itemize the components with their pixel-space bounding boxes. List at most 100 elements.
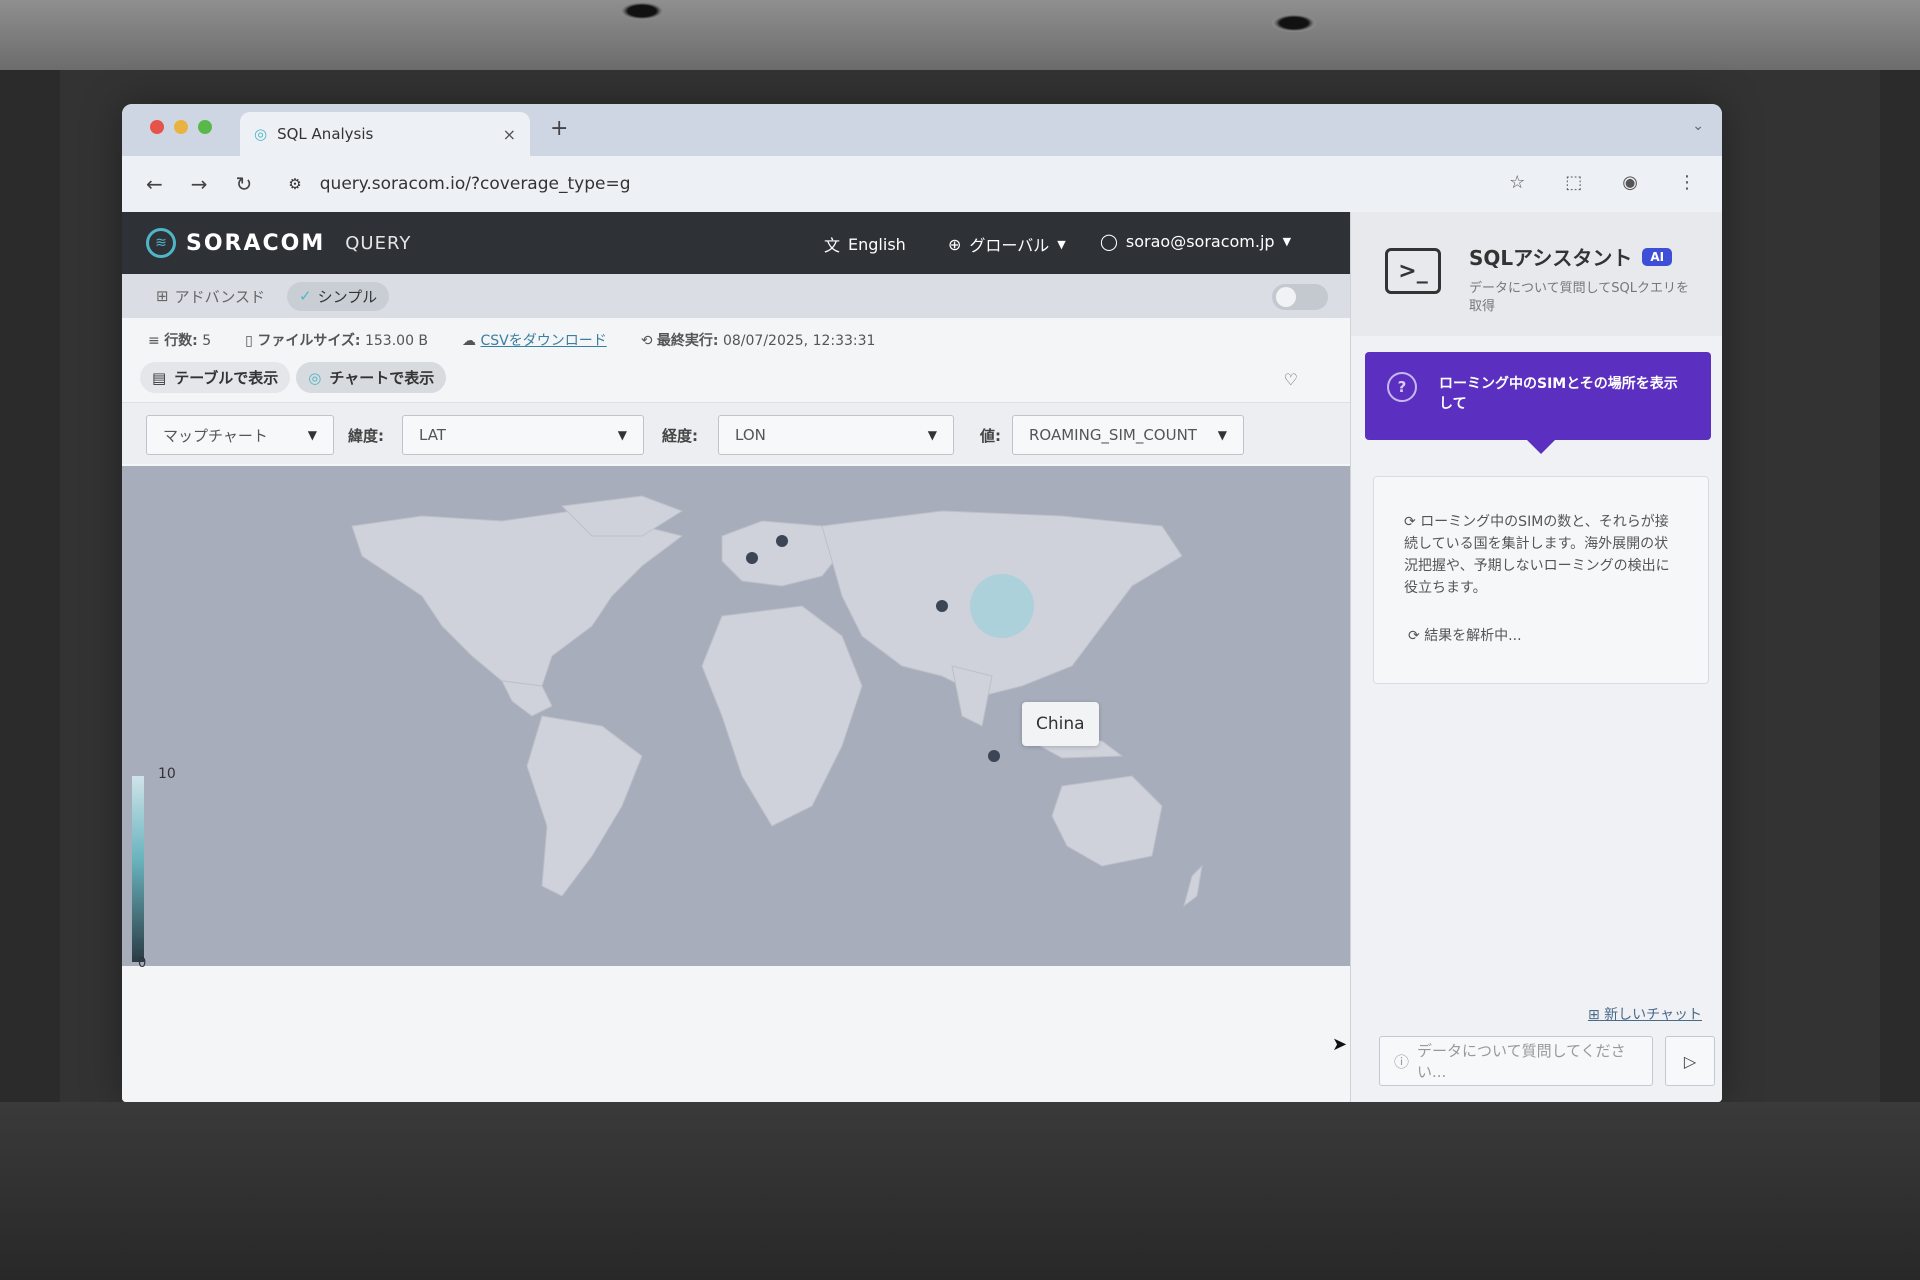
last-run-value: 08/07/2025, 12:33:31 bbox=[722, 333, 876, 349]
chart-type-select[interactable]: マップチャート ▼ bbox=[146, 415, 334, 455]
north-america-landmass bbox=[351, 510, 684, 687]
row-count: ≡ 行数: 5 bbox=[148, 330, 211, 350]
user-email: sorao@soracom.jp bbox=[1125, 232, 1275, 251]
user-menu[interactable]: ◯ sorao@soracom.jp ▼ bbox=[1100, 232, 1291, 251]
simple-label: シンプル bbox=[317, 287, 378, 306]
profile-icon[interactable]: ◉ bbox=[1622, 172, 1638, 193]
tab-close-icon[interactable]: × bbox=[503, 125, 516, 144]
room-floor-shadow bbox=[0, 1102, 1920, 1280]
browser-tab[interactable]: ◎ SQL Analysis × bbox=[240, 112, 530, 156]
australia-landmass bbox=[1051, 775, 1163, 867]
product-name: QUERY bbox=[345, 232, 412, 254]
database-icon: ≡ bbox=[148, 333, 160, 349]
maximize-window-button[interactable] bbox=[198, 120, 212, 134]
filesize-label: ファイルサイズ: bbox=[257, 333, 361, 349]
lon-value: LON bbox=[735, 426, 766, 444]
chart-type-value: マップチャート bbox=[163, 426, 268, 445]
rows-value: 5 bbox=[202, 333, 212, 349]
tab-search-icon[interactable]: ⌄ bbox=[1692, 118, 1704, 134]
new-chat-link[interactable]: ⊞ 新しいチャット bbox=[1588, 1004, 1702, 1024]
brand-name: SORACOM bbox=[186, 230, 326, 256]
close-window-button[interactable] bbox=[150, 120, 164, 134]
last-run-label: 最終実行: bbox=[656, 333, 719, 349]
table-view-button[interactable]: ▤ テーブルで表示 bbox=[140, 362, 291, 393]
legend-max-label: 10 bbox=[158, 766, 176, 782]
advanced-mode-tab[interactable]: ⊞ アドバンスド bbox=[144, 282, 277, 311]
new-chat-label: 新しいチャット bbox=[1604, 1007, 1702, 1023]
site-settings-icon[interactable]: ⚙ bbox=[288, 175, 301, 193]
reload-icon[interactable]: ↻ bbox=[236, 172, 253, 196]
minimize-window-button[interactable] bbox=[174, 120, 188, 134]
send-icon: ▷ bbox=[1683, 1051, 1697, 1071]
chart-controls: マップチャート ▼ 緯度: LAT ▼ 経度: LON ▼ 値: ROAMING… bbox=[122, 402, 1350, 464]
tab-title: SQL Analysis bbox=[277, 125, 374, 143]
question-icon: ? bbox=[1387, 372, 1417, 402]
new-zealand-landmass bbox=[1183, 864, 1203, 908]
map-tooltip: China bbox=[1022, 702, 1099, 746]
mouse-cursor-icon: ➤ bbox=[1332, 1034, 1348, 1055]
window-controls bbox=[150, 120, 212, 134]
new-chat-icon: ⊞ bbox=[1587, 1007, 1600, 1023]
result-meta: ≡ 行数: 5 ▯ ファイルサイズ: 153.00 B ☁ CSVをダウンロード… bbox=[148, 330, 875, 350]
lon-label: 経度: bbox=[662, 427, 698, 445]
extensions-icon[interactable]: ⬚ bbox=[1565, 172, 1582, 193]
legend-min-label: 0 bbox=[138, 956, 147, 971]
value-column: ROAMING_SIM_COUNT bbox=[1029, 426, 1197, 444]
bookmark-star-icon[interactable]: ☆ bbox=[1509, 172, 1525, 193]
chart-view-button[interactable]: ◎ チャートで表示 bbox=[296, 362, 447, 393]
toolbar-actions: ☆ ⬚ ◉ ⋮ bbox=[1509, 172, 1696, 193]
chevron-down-icon: ▼ bbox=[1057, 237, 1066, 251]
map-point-australia[interactable] bbox=[988, 750, 1000, 762]
central-america-landmass bbox=[501, 680, 553, 717]
region-dropdown[interactable]: ⊕ グローバル ▼ bbox=[948, 232, 1066, 256]
lon-select[interactable]: LON ▼ bbox=[718, 415, 954, 455]
last-run: ⟲ 最終実行: 08/07/2025, 12:33:31 bbox=[641, 330, 876, 350]
table-view-label: テーブルで表示 bbox=[174, 369, 279, 387]
lat-select[interactable]: LAT ▼ bbox=[402, 415, 644, 455]
send-button[interactable]: ▷ bbox=[1665, 1036, 1715, 1086]
url-text: query.soracom.io/?coverage_type=g bbox=[319, 174, 631, 194]
address-bar[interactable]: ⚙ query.soracom.io/?coverage_type=g bbox=[288, 174, 630, 194]
csv-download-link[interactable]: CSVをダウンロード bbox=[480, 333, 606, 349]
chat-input-placeholder: データについて質問してください... bbox=[1417, 1042, 1626, 1081]
csv-download[interactable]: ☁ CSVをダウンロード bbox=[462, 330, 607, 350]
back-icon[interactable]: ← bbox=[146, 172, 163, 196]
map-point-europe-west[interactable] bbox=[746, 552, 758, 564]
map-point-china-hover[interactable] bbox=[970, 574, 1034, 638]
assistant-subtitle: データについて質問してSQLクエリを取得 bbox=[1469, 281, 1689, 314]
language-label: English bbox=[848, 234, 906, 254]
simple-mode-tab[interactable]: ✓ シンプル bbox=[287, 281, 390, 311]
map-point-europe-north[interactable] bbox=[776, 535, 788, 547]
map-chart[interactable]: China 10 0 bbox=[122, 466, 1350, 971]
filesize-value: 153.00 B bbox=[364, 333, 429, 349]
chevron-down-icon: ▼ bbox=[307, 428, 317, 442]
assistant-title: SQLアシスタント bbox=[1469, 246, 1633, 270]
assistant-answer-text: ローミング中のSIMの数と、それらが接続している国を集計します。海外展開の状況把… bbox=[1404, 514, 1670, 596]
india-landmass bbox=[951, 665, 993, 727]
chevron-down-icon: ▼ bbox=[927, 428, 937, 442]
globe-icon: ⊕ bbox=[948, 234, 962, 254]
favorite-heart-icon[interactable]: ♡ bbox=[1284, 370, 1298, 389]
lat-value: LAT bbox=[419, 426, 446, 444]
map-point-asia[interactable] bbox=[936, 600, 948, 612]
theme-toggle[interactable] bbox=[1272, 284, 1328, 310]
chat-input[interactable]: ⓘ データについて質問してください... bbox=[1379, 1036, 1653, 1086]
language-switch[interactable]: 文 English bbox=[824, 232, 906, 256]
file-size: ▯ ファイルサイズ: 153.00 B bbox=[245, 330, 428, 350]
app-root: ≋ SORACOM QUERY 文 English ⊕ グローバル ▼ ◯ so… bbox=[122, 212, 1722, 1102]
table-icon: ▤ bbox=[152, 368, 167, 387]
africa-landmass bbox=[701, 605, 863, 827]
soracom-logo-icon: ≋ bbox=[146, 228, 176, 258]
forward-icon[interactable]: → bbox=[191, 172, 208, 196]
refresh-icon: ⟳ bbox=[1404, 514, 1416, 530]
view-switch: ▤ テーブルで表示 ◎ チャートで表示 bbox=[140, 362, 447, 393]
grid-icon: ⊞ bbox=[156, 287, 169, 305]
new-tab-button[interactable]: + bbox=[550, 116, 568, 141]
value-select[interactable]: ROAMING_SIM_COUNT ▼ bbox=[1012, 415, 1244, 455]
main-content: ≡ 行数: 5 ▯ ファイルサイズ: 153.00 B ☁ CSVをダウンロード… bbox=[122, 318, 1350, 1102]
user-prompt-text: ローミング中のSIMとその場所を表示して bbox=[1439, 376, 1678, 412]
assistant-answer: ⟳ ローミング中のSIMの数と、それらが接続している国を集計します。海外展開の状… bbox=[1373, 476, 1709, 684]
ceiling-light bbox=[620, 2, 664, 20]
menu-kebab-icon[interactable]: ⋮ bbox=[1678, 172, 1696, 193]
ceiling-light bbox=[1272, 14, 1316, 32]
